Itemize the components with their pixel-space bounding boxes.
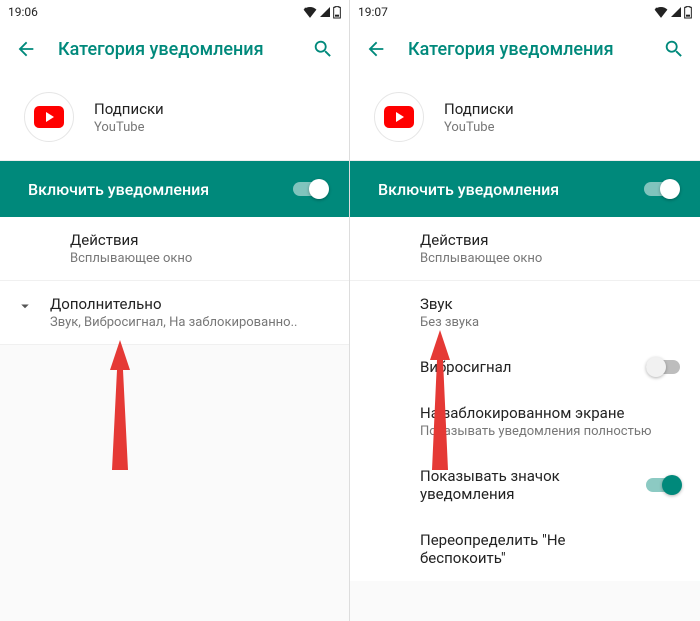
channel-subtitle: YouTube (444, 120, 514, 135)
enable-switch[interactable] (293, 179, 329, 199)
enable-label: Включить уведомления (28, 180, 209, 199)
setting-dnd[interactable]: Переопределить "Не беспокоить" (350, 517, 700, 581)
youtube-icon (24, 92, 74, 142)
advanced-expander[interactable]: Дополнительно Звук, Вибросигнал, На забл… (0, 281, 349, 345)
status-time: 19:07 (358, 5, 388, 19)
enable-switch[interactable] (644, 179, 680, 199)
search-button[interactable] (309, 35, 337, 63)
status-bar: 19:07 (350, 0, 700, 24)
setting-actions[interactable]: Действия Всплывающее окно (0, 217, 349, 281)
setting-title: Вибросигнал (420, 358, 640, 376)
channel-subtitle: YouTube (94, 120, 164, 135)
arrow-back-icon (365, 38, 387, 60)
signal-icon (319, 6, 331, 18)
channel-title: Подписки (444, 100, 514, 118)
youtube-icon (374, 92, 424, 142)
advanced-title: Дополнительно (50, 295, 329, 313)
battery-icon (684, 5, 692, 19)
setting-subtitle: Всплывающее окно (70, 251, 329, 266)
battery-icon (333, 5, 341, 19)
signal-icon (670, 6, 682, 18)
annotation-arrow-icon (90, 330, 150, 480)
back-button[interactable] (362, 35, 390, 63)
search-icon (312, 38, 334, 60)
setting-subtitle: Без звука (420, 315, 680, 330)
enable-notifications-bar[interactable]: Включить уведомления (0, 161, 349, 217)
wifi-icon (654, 6, 668, 18)
status-icons (654, 5, 692, 19)
setting-actions[interactable]: Действия Всплывающее окно (350, 217, 700, 281)
app-bar: Категория уведомления (350, 24, 700, 74)
app-bar-title: Категория уведомления (390, 39, 660, 60)
search-icon (663, 38, 685, 60)
setting-title: Переопределить "Не беспокоить" (420, 531, 640, 567)
setting-title: Звук (420, 295, 680, 313)
enable-notifications-bar[interactable]: Включить уведомления (350, 161, 700, 217)
setting-vibrate[interactable]: Вибросигнал (350, 344, 700, 390)
setting-title: Действия (420, 231, 680, 249)
back-button[interactable] (12, 35, 40, 63)
screen-left: 19:06 Категория уведомления Подписки Yo (0, 0, 350, 621)
wifi-icon (303, 6, 317, 18)
setting-subtitle: Всплывающее окно (420, 251, 680, 266)
search-button[interactable] (660, 35, 688, 63)
status-bar: 19:06 (0, 0, 349, 24)
status-time: 19:06 (8, 5, 38, 19)
vibrate-switch[interactable] (646, 357, 682, 377)
setting-subtitle: Показывать уведомления полностью (420, 424, 680, 439)
chevron-down-icon (16, 297, 34, 319)
setting-lockscreen[interactable]: На заблокированном экране Показывать уве… (350, 390, 700, 453)
app-bar-title: Категория уведомления (40, 39, 309, 60)
setting-badge[interactable]: Показывать значок уведомления (350, 453, 700, 517)
arrow-back-icon (15, 38, 37, 60)
advanced-subtitle: Звук, Вибросигнал, На заблокированно.. (50, 315, 329, 330)
badge-switch[interactable] (646, 475, 682, 495)
channel-title: Подписки (94, 100, 164, 118)
channel-header: Подписки YouTube (350, 74, 700, 161)
enable-label: Включить уведомления (378, 180, 559, 199)
setting-title: Показывать значок уведомления (420, 467, 640, 503)
setting-title: Действия (70, 231, 329, 249)
setting-sound[interactable]: Звук Без звука (350, 281, 700, 344)
setting-title: На заблокированном экране (420, 404, 680, 422)
screen-right: 19:07 Категория уведомления Подписки Yo (350, 0, 700, 621)
channel-header: Подписки YouTube (0, 74, 349, 161)
status-icons (303, 5, 341, 19)
app-bar: Категория уведомления (0, 24, 349, 74)
